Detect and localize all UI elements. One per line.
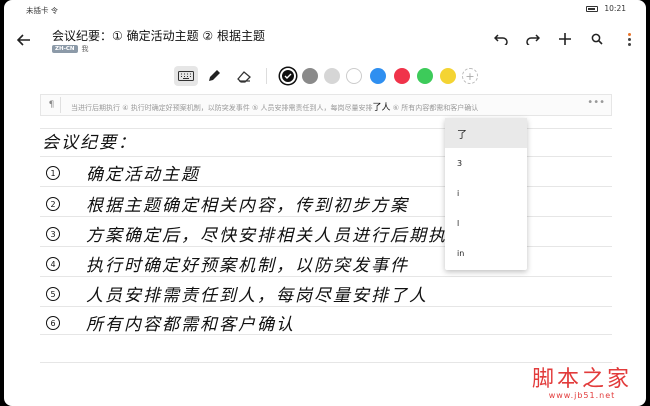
note-line-6: 所有内容都需和客户确认 — [86, 315, 295, 335]
note-title[interactable]: 会议纪要：① 确定活动主题 ② 根据主题 — [52, 27, 265, 44]
battery-icon — [586, 5, 599, 12]
redo-icon[interactable] — [524, 30, 542, 48]
language-tag[interactable]: ZH-CN — [52, 45, 78, 53]
candidate-item[interactable]: i — [445, 178, 527, 208]
undo-icon[interactable] — [492, 30, 510, 48]
note-meta: ZH-CN 我 — [52, 44, 89, 54]
candidate-item[interactable]: in — [445, 238, 527, 268]
color-swatch-white[interactable] — [346, 68, 362, 84]
note-line-1: 确定活动主题 — [86, 165, 200, 185]
note-line-2: 根据主题确定相关内容，传到初步方案 — [86, 196, 409, 216]
eraser-icon[interactable] — [234, 66, 254, 86]
carrier-text: 未插卡 — [26, 6, 49, 15]
color-swatch-yellow[interactable] — [440, 68, 456, 84]
candidate-dropdown: 了 3 i l in — [445, 118, 527, 270]
recognition-more-icon[interactable]: ••• — [587, 97, 605, 108]
color-swatch-green[interactable] — [417, 68, 433, 84]
plus-icon[interactable] — [556, 30, 574, 48]
color-swatch-blue[interactable] — [370, 68, 386, 84]
candidate-item[interactable]: 了 — [445, 118, 527, 148]
note-line-3: 方案确定后，尽快安排相关人员进行后期执行 — [86, 226, 466, 246]
recognized-highlight[interactable]: 了人 — [372, 103, 390, 113]
note-heading: 会议纪要： — [42, 133, 137, 153]
item-number-3: 3 — [46, 227, 60, 241]
item-number-4: 4 — [46, 257, 60, 271]
note-editor-screen: 未插卡 令 10:21 会议纪要：① 确定活动主题 ② 根据主题 ZH-CN 我 — [4, 0, 646, 406]
item-number-1: 1 — [46, 166, 60, 180]
note-line-5: 人员安排需责任到人，每岗尽量安排了人 — [86, 286, 428, 306]
candidate-item[interactable]: l — [445, 208, 527, 238]
color-swatch-gray[interactable] — [302, 68, 318, 84]
color-swatch-light-gray[interactable] — [324, 68, 340, 84]
keyboard-icon[interactable] — [174, 66, 198, 86]
item-number-6: 6 — [46, 316, 60, 330]
title-bar: 会议纪要：① 确定活动主题 ② 根据主题 ZH-CN 我 — [4, 20, 646, 60]
watermark-title: 脚本之家 — [531, 367, 632, 392]
back-arrow-icon[interactable] — [14, 30, 34, 50]
recognition-bar[interactable]: ¶ 当进行后期执行 ④ 执行时确定好预案机制，以防突发事件 ⑤ 人员安排需责任到… — [40, 94, 612, 116]
recognized-text[interactable]: 当进行后期执行 ④ 执行时确定好预案机制，以防突发事件 ⑤ 人员安排需责任到人，… — [71, 100, 591, 113]
wifi-icon: 令 — [50, 7, 58, 15]
pen-toolbar: + — [4, 62, 646, 90]
candidate-item[interactable]: 3 — [445, 148, 527, 178]
add-color-icon[interactable]: + — [462, 68, 478, 84]
pen-icon[interactable] — [204, 66, 224, 86]
status-bar: 未插卡 令 10:21 — [4, 0, 646, 18]
item-number-5: 5 — [46, 287, 60, 301]
carrier-label: 未插卡 令 — [26, 5, 58, 16]
more-icon[interactable] — [620, 30, 638, 48]
clock: 10:21 — [604, 4, 626, 13]
site-watermark: 脚本之家 www.jb51.net — [532, 361, 632, 400]
note-line-4: 执行时确定好预案机制，以防突发事件 — [86, 256, 409, 276]
author-label: 我 — [81, 45, 89, 53]
color-swatch-black[interactable] — [280, 68, 296, 84]
search-icon[interactable] — [588, 30, 606, 48]
toolbar-divider — [266, 68, 267, 84]
color-swatch-red[interactable] — [394, 68, 410, 84]
item-number-2: 2 — [46, 197, 60, 211]
paragraph-icon[interactable]: ¶ — [43, 97, 61, 113]
